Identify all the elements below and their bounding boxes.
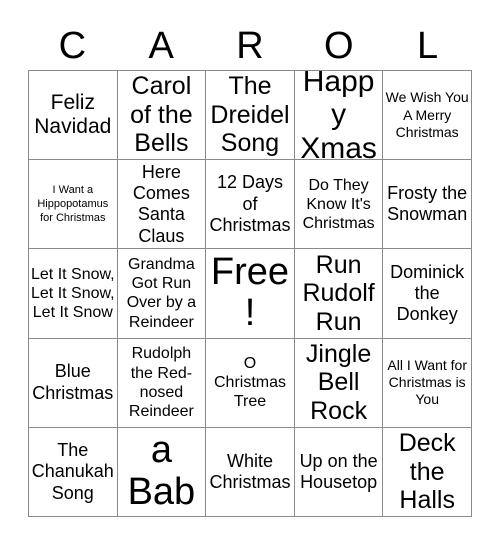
bingo-cell-label: Run Rudolf Run bbox=[302, 250, 375, 336]
bingo-cell[interactable]: All I Want for Christmas is You bbox=[383, 338, 472, 428]
bingo-cell[interactable]: 12 Days of Christmas bbox=[206, 160, 295, 250]
bingo-cell[interactable]: We Wish You A Merry Christmas bbox=[383, 71, 472, 161]
bingo-card: C A R O L Feliz Navidad Carol of the Bell… bbox=[0, 0, 500, 544]
bingo-cell-label: We Wish You A Merry Christmas bbox=[385, 89, 469, 140]
bingo-cell[interactable]: White Christmas bbox=[206, 427, 295, 517]
bingo-cell-label: Blue Christmas bbox=[32, 361, 114, 403]
bingo-cell-label: Frosty the Snowman bbox=[387, 183, 468, 225]
bingo-cell-label: Here Comes Santa Claus bbox=[132, 161, 190, 246]
bingo-cell-label: Santa Baby bbox=[122, 428, 200, 516]
bingo-cell-label: White Christmas bbox=[209, 450, 291, 492]
bingo-cell[interactable]: Do They Know It's Christmas bbox=[294, 160, 384, 250]
header-letter-0: C bbox=[58, 25, 87, 67]
bingo-cell[interactable]: Santa Baby bbox=[117, 427, 207, 517]
bingo-cell[interactable]: Deck the Halls bbox=[383, 427, 472, 517]
bingo-cell[interactable]: Feliz Navidad bbox=[29, 71, 118, 161]
bingo-cell-label: All I Want for Christmas is You bbox=[387, 357, 467, 408]
bingo-cell-label: The Dreidel Song bbox=[210, 72, 290, 158]
bingo-cell-label: Deck the Halls bbox=[398, 429, 456, 515]
bingo-cell-label: Free! bbox=[210, 250, 290, 335]
bingo-cell-label: Rudolph the Red-nosed Reindeer bbox=[128, 345, 194, 420]
bingo-cell-label: Feliz Navidad bbox=[34, 90, 112, 139]
bingo-cell[interactable]: Up on the Housetop bbox=[294, 427, 384, 517]
bingo-cell[interactable]: Jingle Bell Rock bbox=[294, 338, 384, 428]
bingo-cell-label: 12 Days of Christmas bbox=[209, 172, 291, 235]
bingo-cell[interactable]: Happy Xmas bbox=[294, 71, 384, 161]
bingo-cell[interactable]: Dominick the Donkey bbox=[383, 249, 472, 339]
bingo-cell-label: Let It Snow, Let It Snow, Let It Snow bbox=[31, 265, 115, 322]
bingo-cell-label: Happy Xmas bbox=[300, 71, 377, 161]
bingo-cell[interactable]: I Want a Hippopotamus for Christmas bbox=[29, 160, 118, 250]
bingo-cell-label: The Chanukah Song bbox=[31, 440, 114, 503]
bingo-cell[interactable]: Let It Snow, Let It Snow, Let It Snow bbox=[29, 249, 118, 339]
bingo-cell[interactable]: Frosty the Snowman bbox=[383, 160, 472, 250]
bingo-cell[interactable]: Carol of the Bells bbox=[117, 71, 207, 161]
bingo-cell-label: Dominick the Donkey bbox=[390, 261, 465, 325]
bingo-cell[interactable]: The Dreidel Song bbox=[206, 71, 295, 161]
header-letter-4: L bbox=[417, 25, 439, 67]
bingo-grid: Feliz Navidad Carol of the Bells The Dreid… bbox=[28, 70, 472, 517]
bingo-cell[interactable]: O Christmas Tree bbox=[206, 338, 295, 428]
bingo-cell[interactable]: Blue Christmas bbox=[29, 338, 118, 428]
bingo-cell-label: Jingle Bell Rock bbox=[305, 339, 372, 425]
bingo-cell[interactable]: Here Comes Santa Claus bbox=[117, 160, 207, 250]
bingo-cell[interactable]: The Chanukah Song bbox=[29, 427, 118, 517]
bingo-cell-label: Carol of the Bells bbox=[130, 72, 193, 158]
bingo-cell-label: Grandma Got Run Over by a Reindeer bbox=[126, 256, 197, 331]
bingo-free-space[interactable]: Free! bbox=[206, 249, 295, 339]
bingo-header: C A R O L bbox=[28, 22, 472, 70]
bingo-cell[interactable]: Rudolph the Red-nosed Reindeer bbox=[117, 338, 207, 428]
header-letter-3: O bbox=[324, 25, 354, 67]
header-letter-2: R bbox=[236, 25, 264, 67]
header-letter-1: A bbox=[148, 25, 174, 67]
bingo-cell-label: Do They Know It's Christmas bbox=[302, 176, 375, 232]
bingo-cell-label: Up on the Housetop bbox=[299, 450, 378, 492]
bingo-cell[interactable]: Run Rudolf Run bbox=[294, 249, 384, 339]
bingo-cell[interactable]: Grandma Got Run Over by a Reindeer bbox=[117, 249, 207, 339]
bingo-cell-label: O Christmas Tree bbox=[213, 354, 286, 411]
bingo-cell-label: I Want a Hippopotamus for Christmas bbox=[37, 183, 109, 225]
